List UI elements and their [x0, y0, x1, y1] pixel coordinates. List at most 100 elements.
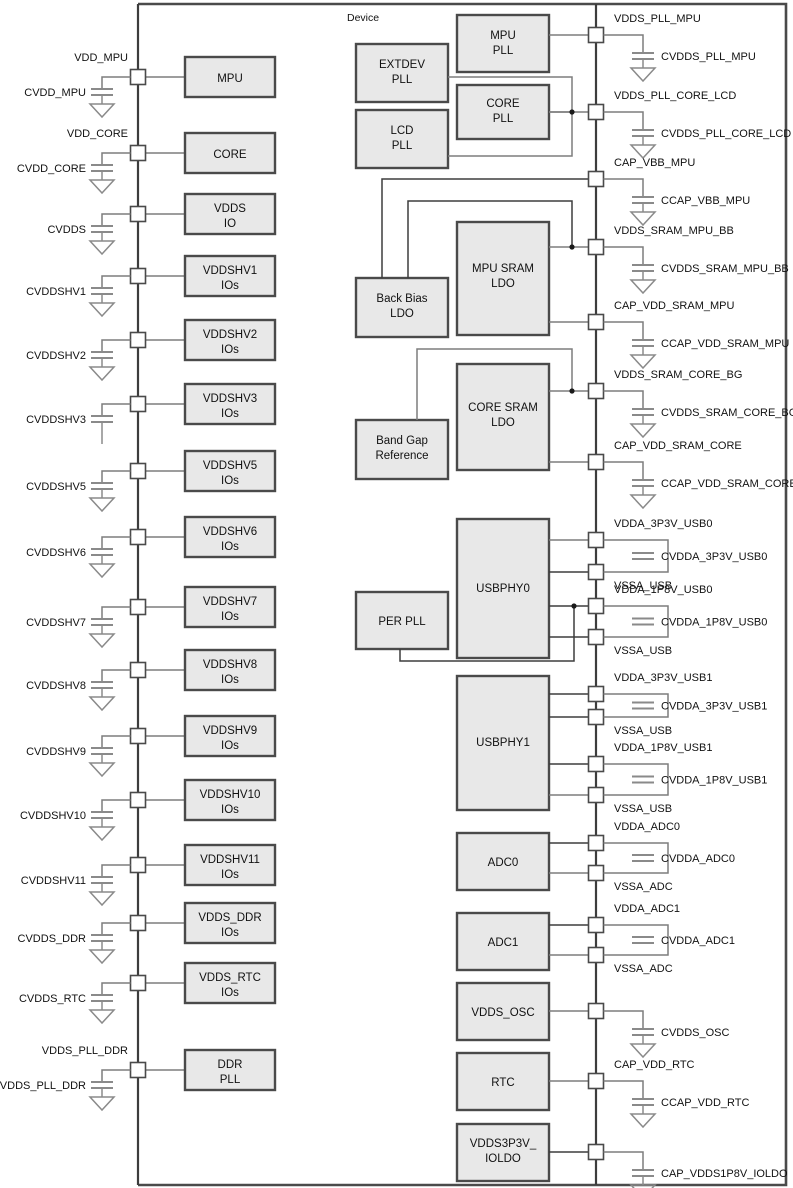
- power-supply-diagram: MPU VDD_MPU CVDD_MPU CORE VDD_CORE CVDD_CORE V…: [0, 2, 793, 1188]
- block-band-gap-line1: Band Gap: [376, 435, 428, 447]
- cap-label-cvdda-1p8v-usb1: CVDDA_1P8V_USB1: [661, 775, 767, 787]
- block-core-pll-line2: PLL: [493, 113, 514, 125]
- pin-label-vdd-mpu: VDD_MPU: [74, 52, 128, 64]
- cap-label-ccap-vdd-sram-mpu: CCAP_VDD_SRAM_MPU: [661, 338, 789, 350]
- pin-ddr[interactable]: [129, 1061, 147, 1079]
- right-rail-group: VDDS_PLL_MPU CVDDS_PLL_MPU VDDS_PLL_CORE_L…: [587, 13, 793, 1188]
- block-extdev-pll-line2: PLL: [392, 74, 413, 86]
- pin-vdda-adc1[interactable]: [587, 916, 605, 934]
- block-ddr-line2: PLL: [220, 1074, 241, 1086]
- block-vddshv10-line2: IOs: [221, 804, 239, 816]
- pin-vddshv3[interactable]: [129, 395, 147, 413]
- pin-cap-vdd-sram-core[interactable]: [587, 453, 605, 471]
- junction-dot-usbphy0: [571, 603, 577, 609]
- block-lcd-pll[interactable]: [354, 108, 450, 170]
- pin-cap-vdd-rtc[interactable]: [587, 1072, 605, 1090]
- pin-label-vdds-sram-mpu-bb: VDDS_SRAM_MPU_BB: [614, 225, 734, 237]
- block-vddshv11-line1: VDDSHV11: [200, 854, 260, 866]
- pin-vdds[interactable]: [129, 205, 147, 223]
- cap-label-cvdds-ddr: CVDDS_DDR: [18, 933, 87, 945]
- cap-label-cvddshv7: CVDDSHV7: [26, 617, 86, 629]
- block-adc1-label: ADC1: [488, 937, 519, 949]
- cap-label-cvdda-3p3v-usb0: CVDDA_3P3V_USB0: [661, 551, 767, 563]
- block-vddshv5-line1: VDDSHV5: [203, 460, 257, 472]
- pin-label-vdda-1p8v-usb1: VDDA_1P8V_USB1: [614, 742, 712, 754]
- block-core-pll[interactable]: [455, 83, 551, 141]
- block-mpu-pll[interactable]: [455, 13, 551, 74]
- pin-vddshv7[interactable]: [129, 598, 147, 616]
- block-vddshv9-line1: VDDSHV9: [203, 725, 257, 737]
- pin-vssa-usb-7[interactable]: [587, 563, 605, 581]
- cap-label-ccap-vdd-sram-core: CCAP_VDD_SRAM_CORE: [661, 478, 793, 490]
- block-lcd-pll-line1: LCD: [390, 125, 413, 137]
- pin-vddshv9[interactable]: [129, 727, 147, 745]
- block-vdds-rtc-line1: VDDS_RTC: [199, 972, 261, 984]
- block-vdds-osc-label: VDDS_OSC: [471, 1007, 534, 1019]
- block-vddshv5-line2: IOs: [221, 475, 239, 487]
- pin-vssa-usb-9[interactable]: [587, 708, 605, 726]
- pin-label-vdda-adc0: VDDA_ADC0: [614, 821, 680, 833]
- pin-vddshv10[interactable]: [129, 791, 147, 809]
- pin-label-vdda-3p3v-usb1: VDDA_3P3V_USB1: [614, 672, 712, 684]
- block-vddshv7-line2: IOs: [221, 611, 239, 623]
- pin-vddshv6[interactable]: [129, 528, 147, 546]
- pin-mpu[interactable]: [129, 68, 147, 86]
- pin-vdda-3p3v-usb1[interactable]: [587, 685, 605, 703]
- pin-vddshv11[interactable]: [129, 856, 147, 874]
- pin-label-vdd-core: VDD_CORE: [67, 128, 128, 140]
- block-vddshv3-line1: VDDSHV3: [203, 393, 257, 405]
- pin-vssa-usb-8[interactable]: [587, 628, 605, 646]
- block-core-sram-ldo-line1: CORE SRAM: [468, 402, 538, 414]
- pin-core[interactable]: [129, 144, 147, 162]
- block-vddshv8-line2: IOs: [221, 674, 239, 686]
- block-mpu-pll-line2: PLL: [493, 45, 514, 57]
- cap-label-ccap-vdd-rtc: CCAP_VDD_RTC: [661, 1097, 749, 1109]
- cap-label-cvdds: CVDDS: [47, 224, 86, 236]
- pin-vssa-adc-12[interactable]: [587, 946, 605, 964]
- pin-vdds-pll-mpu[interactable]: [587, 26, 605, 44]
- pin-vdds-sram-mpu-bb[interactable]: [587, 238, 605, 256]
- block-vdds-ddr-line2: IOs: [221, 927, 239, 939]
- pin-vssa-usb-10[interactable]: [587, 786, 605, 804]
- pin-label-vssa-usb-9: VSSA_USB: [614, 725, 672, 737]
- cap-label-cvddshv1: CVDDSHV1: [26, 286, 86, 298]
- pin-cap-vdds1p8v-ioldo[interactable]: [587, 1143, 605, 1161]
- pin-vddshv1[interactable]: [129, 267, 147, 285]
- pin-label-cap-vdd-sram-core: CAP_VDD_SRAM_CORE: [614, 440, 742, 452]
- block-vddshv2-line2: IOs: [221, 344, 239, 356]
- block-core-label: CORE: [213, 149, 247, 161]
- pin-vdda-1p8v-usb0[interactable]: [587, 597, 605, 615]
- pin-vddshv5[interactable]: [129, 462, 147, 480]
- cap-label-cvdds-sram-mpu-bb: CVDDS_SRAM_MPU_BB: [661, 263, 789, 275]
- pin-vdda-adc0[interactable]: [587, 834, 605, 852]
- pin-vddshv2[interactable]: [129, 331, 147, 349]
- pin-label-cap-vdd-rtc: CAP_VDD_RTC: [614, 1059, 695, 1071]
- pin-cvdds-osc[interactable]: [587, 1002, 605, 1020]
- block-vddshv1-line1: VDDSHV1: [203, 265, 257, 277]
- cap-label-cvddshv6: CVDDSHV6: [26, 547, 86, 559]
- cap-label-cvddshv10: CVDDSHV10: [20, 810, 86, 822]
- pin-vdds-ddr[interactable]: [129, 914, 147, 932]
- block-back-bias-ldo-line1: Back Bias: [376, 293, 427, 305]
- block-mpu-label: MPU: [217, 73, 243, 85]
- pin-cap-vbb-mpu[interactable]: [587, 170, 605, 188]
- cap-label-cvdda-3p3v-usb1: CVDDA_3P3V_USB1: [661, 701, 767, 713]
- inner-block-group: Device MPU PLL EXTDEV PLL CORE PLL LCD P…: [347, 12, 596, 1183]
- block-lcd-pll-line2: PLL: [392, 140, 413, 152]
- pin-vdds-sram-core-bg[interactable]: [587, 382, 605, 400]
- block-vdds-rtc-line2: IOs: [221, 987, 239, 999]
- pin-vdds-rtc[interactable]: [129, 974, 147, 992]
- pin-cap-vdd-sram-mpu[interactable]: [587, 313, 605, 331]
- pin-vdds-pll-core-lcd[interactable]: [587, 103, 605, 121]
- pin-vddshv8[interactable]: [129, 661, 147, 679]
- block-vddshv11-line2: IOs: [221, 869, 239, 881]
- pin-vdda-3p3v-usb0[interactable]: [587, 531, 605, 549]
- block-extdev-pll[interactable]: [354, 42, 450, 104]
- block-vdds-ddr-line1: VDDS_DDR: [198, 912, 261, 924]
- pin-vdda-1p8v-usb1[interactable]: [587, 755, 605, 773]
- pin-vssa-adc-11[interactable]: [587, 864, 605, 882]
- block-vdds-line2: IO: [224, 218, 236, 230]
- block-vddshv1-line2: IOs: [221, 280, 239, 292]
- cap-label-cvddshv11: CVDDSHV11: [21, 875, 86, 887]
- block-usbphy0-label: USBPHY0: [476, 583, 530, 595]
